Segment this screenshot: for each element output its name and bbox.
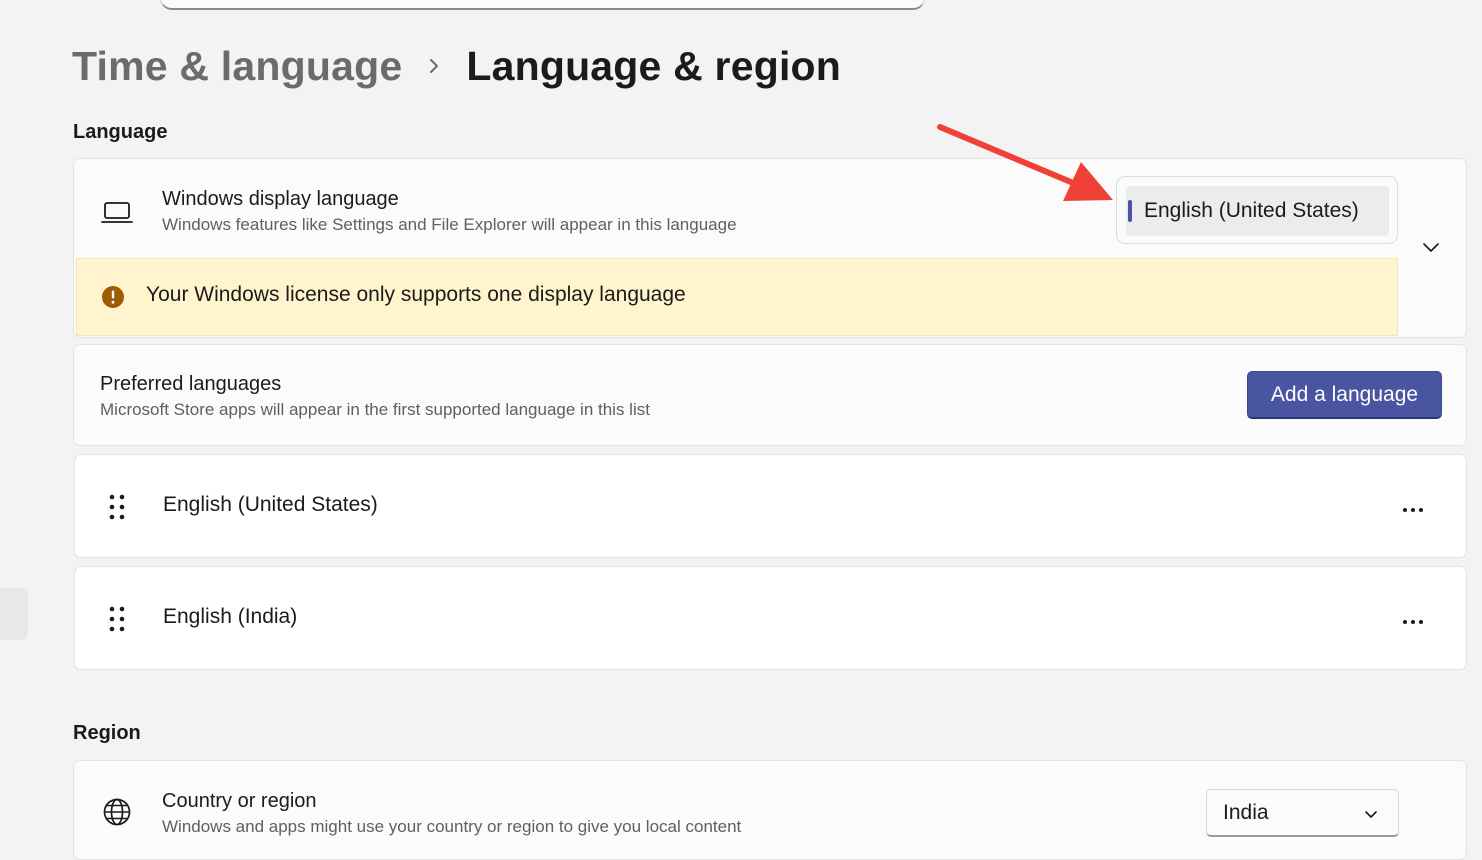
license-warning-text: Your Windows license only supports one d… bbox=[146, 283, 686, 306]
drag-handle-icon[interactable] bbox=[108, 605, 128, 638]
region-section-title: Region bbox=[73, 722, 141, 744]
country-region-title: Country or region bbox=[162, 790, 317, 812]
display-language-selected-item[interactable]: English (United States) bbox=[1126, 186, 1389, 236]
preferred-languages-subtitle: Microsoft Store apps will appear in the … bbox=[100, 400, 650, 419]
drag-handle-icon[interactable] bbox=[108, 493, 128, 526]
license-warning-bar: Your Windows license only supports one d… bbox=[76, 258, 1398, 336]
country-region-subtitle: Windows and apps might use your country … bbox=[162, 817, 742, 836]
chevron-right-icon bbox=[402, 57, 466, 75]
page-title: Language & region bbox=[466, 42, 842, 89]
display-language-title: Windows display language bbox=[162, 188, 399, 210]
display-language-subtitle: Windows features like Settings and File … bbox=[162, 215, 737, 234]
language-name: English (United States) bbox=[163, 493, 378, 516]
warning-icon bbox=[101, 285, 125, 314]
language-section-title: Language bbox=[73, 121, 168, 143]
country-region-dropdown[interactable]: India bbox=[1206, 789, 1399, 837]
display-language-dropdown[interactable]: English (United States) bbox=[1116, 176, 1398, 244]
chevron-down-icon bbox=[1364, 807, 1378, 825]
laptop-icon bbox=[101, 200, 133, 231]
more-options-icon[interactable] bbox=[1402, 501, 1424, 519]
breadcrumb-parent[interactable]: Time & language bbox=[72, 43, 402, 90]
language-list-item[interactable]: English (United States) bbox=[74, 454, 1467, 558]
search-box[interactable] bbox=[160, 0, 925, 10]
language-list-item[interactable]: English (India) bbox=[74, 566, 1467, 670]
language-name: English (India) bbox=[163, 605, 298, 628]
chevron-down-icon[interactable] bbox=[1422, 241, 1440, 259]
more-options-icon[interactable] bbox=[1402, 613, 1424, 631]
breadcrumb: Time & language Language & region bbox=[72, 38, 841, 94]
preferred-languages-title: Preferred languages bbox=[100, 373, 282, 395]
add-language-button[interactable]: Add a language bbox=[1247, 371, 1442, 419]
nav-pane-edge[interactable] bbox=[0, 588, 28, 640]
country-region-value: India bbox=[1223, 801, 1269, 824]
display-language-value: English (United States) bbox=[1144, 199, 1359, 222]
selection-indicator bbox=[1128, 200, 1132, 222]
globe-icon bbox=[102, 797, 132, 832]
